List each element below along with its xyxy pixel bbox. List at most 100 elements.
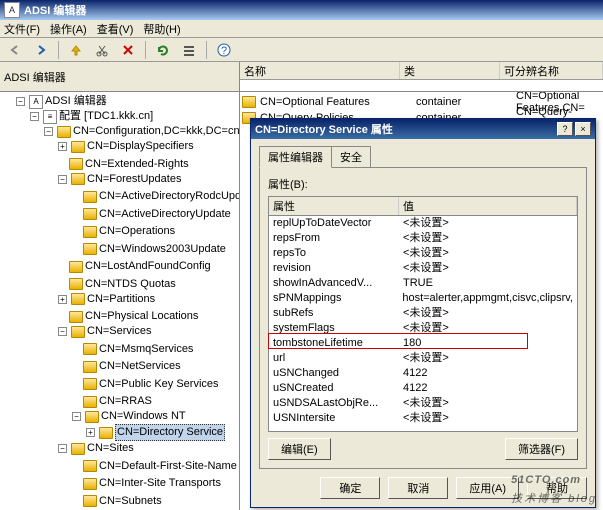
attr-name: replUpToDateVector bbox=[273, 216, 403, 231]
tree-expander[interactable]: + bbox=[58, 295, 67, 304]
tree-partitions[interactable]: CN=Partitions bbox=[87, 292, 155, 307]
menu-view[interactable]: 查看(V) bbox=[97, 21, 134, 37]
tree-inter-site-transports[interactable]: CN=Inter-Site Transports bbox=[99, 476, 221, 491]
tree-expander[interactable]: − bbox=[58, 327, 67, 336]
attribute-row[interactable]: systemFlags<未设置> bbox=[269, 321, 577, 336]
tab-attribute-editor[interactable]: 属性编辑器 bbox=[259, 146, 332, 168]
tree-configuration[interactable]: CN=Configuration,DC=kkk,DC=cn bbox=[73, 124, 240, 139]
ok-button[interactable]: 确定 bbox=[320, 477, 380, 499]
attr-header-value[interactable]: 值 bbox=[399, 197, 577, 215]
toolbar-forward-button[interactable] bbox=[30, 40, 52, 60]
dialog-help-icon[interactable]: ? bbox=[557, 122, 573, 136]
tree-netservices[interactable]: CN=NetServices bbox=[99, 359, 181, 374]
menu-bar: 文件(F) 操作(A) 查看(V) 帮助(H) bbox=[0, 20, 603, 38]
filter-button[interactable]: 筛选器(F) bbox=[505, 438, 578, 460]
tree-windows2003update[interactable]: CN=Windows2003Update bbox=[99, 242, 226, 257]
dialog-titlebar[interactable]: CN=Directory Service 属性 ? × bbox=[251, 119, 595, 139]
cancel-button[interactable]: 取消 bbox=[388, 477, 448, 499]
tree-ad-update[interactable]: CN=ActiveDirectoryUpdate bbox=[99, 207, 231, 222]
tree-physical-locations[interactable]: CN=Physical Locations bbox=[85, 309, 198, 324]
folder-icon bbox=[69, 158, 83, 170]
attribute-row[interactable]: replUpToDateVector<未设置> bbox=[269, 216, 577, 231]
naming-context-icon: ≡ bbox=[43, 110, 57, 124]
toolbar-cut-icon[interactable] bbox=[91, 40, 113, 60]
dialog-close-icon[interactable]: × bbox=[575, 122, 591, 136]
tree-windows-nt[interactable]: CN=Windows NT bbox=[101, 409, 186, 424]
tree-forestupdates[interactable]: CN=ForestUpdates bbox=[87, 172, 181, 187]
toolbar-delete-icon[interactable] bbox=[117, 40, 139, 60]
tree-expander[interactable]: + bbox=[86, 428, 95, 437]
attr-value: <未设置> bbox=[403, 396, 573, 411]
attr-name: uSNChanged bbox=[273, 366, 403, 381]
tree-directory-service[interactable]: CN=Directory Service bbox=[115, 424, 225, 441]
attr-value: <未设置> bbox=[403, 231, 573, 246]
folder-icon bbox=[71, 173, 85, 185]
menu-file[interactable]: 文件(F) bbox=[4, 21, 40, 37]
apply-button[interactable]: 应用(A) bbox=[456, 477, 519, 499]
attribute-row[interactable]: subRefs<未设置> bbox=[269, 306, 577, 321]
attr-value: <未设置> bbox=[403, 261, 573, 276]
folder-icon bbox=[57, 126, 71, 138]
attribute-row[interactable]: uSNChanged4122 bbox=[269, 366, 577, 381]
attribute-row[interactable]: showInAdvancedV...TRUE bbox=[269, 276, 577, 291]
tree-expander[interactable]: − bbox=[72, 412, 81, 421]
attr-name: subRefs bbox=[273, 306, 403, 321]
attribute-row[interactable]: uSNCreated4122 bbox=[269, 381, 577, 396]
folder-icon bbox=[69, 261, 83, 273]
tree-expander[interactable]: − bbox=[44, 127, 53, 136]
attr-name: url bbox=[273, 351, 403, 366]
attribute-row[interactable]: USNIntersite<未设置> bbox=[269, 411, 577, 426]
attribute-row[interactable]: sPNMappingshost=alerter,appmgmt,cisvc,cl… bbox=[269, 291, 577, 306]
toolbar-separator bbox=[58, 41, 59, 59]
tree-pubkey[interactable]: CN=Public Key Services bbox=[99, 377, 219, 392]
adsi-root-icon: A bbox=[29, 95, 43, 109]
list-header-name[interactable]: 名称 bbox=[240, 62, 400, 79]
attribute-row[interactable]: repsFrom<未设置> bbox=[269, 231, 577, 246]
tree-expander[interactable]: + bbox=[58, 142, 67, 151]
folder-icon bbox=[83, 396, 97, 408]
tree-rras[interactable]: CN=RRAS bbox=[99, 394, 152, 409]
tab-security[interactable]: 安全 bbox=[331, 146, 371, 168]
edit-button[interactable]: 编辑(E) bbox=[268, 438, 331, 460]
menu-help[interactable]: 帮助(H) bbox=[143, 21, 180, 37]
attr-header-name[interactable]: 属性 bbox=[269, 197, 399, 215]
help-button[interactable]: 帮助 bbox=[527, 477, 587, 499]
tree-root[interactable]: ADSI 编辑器 bbox=[45, 94, 107, 109]
tree-expander[interactable]: − bbox=[16, 97, 25, 106]
tree-config[interactable]: 配置 [TDC1.kkk.cn] bbox=[59, 109, 153, 124]
tree-extended-rights[interactable]: CN=Extended-Rights bbox=[85, 157, 189, 172]
toolbar-refresh-icon[interactable] bbox=[152, 40, 174, 60]
folder-icon bbox=[83, 378, 97, 390]
menu-action[interactable]: 操作(A) bbox=[50, 21, 87, 37]
toolbar-up-button[interactable] bbox=[65, 40, 87, 60]
attribute-row[interactable]: uSNDSALastObjRe...<未设置> bbox=[269, 396, 577, 411]
folder-icon bbox=[69, 278, 83, 290]
toolbar-help-icon[interactable]: ? bbox=[213, 40, 235, 60]
tree-expander[interactable]: − bbox=[58, 444, 67, 453]
tree-default-first-site[interactable]: CN=Default-First-Site-Name bbox=[99, 459, 237, 474]
attribute-row[interactable]: repsTo<未设置> bbox=[269, 246, 577, 261]
tree-displayspecifiers[interactable]: CN=DisplaySpecifiers bbox=[87, 139, 194, 154]
attribute-row[interactable]: url<未设置> bbox=[269, 351, 577, 366]
tree-ad-rodc-update[interactable]: CN=ActiveDirectoryRodcUpdate bbox=[99, 189, 240, 204]
tree-expander[interactable]: − bbox=[30, 112, 39, 121]
toolbar-back-button[interactable] bbox=[4, 40, 26, 60]
tree-services[interactable]: CN=Services bbox=[87, 324, 152, 339]
tree-sites[interactable]: CN=Sites bbox=[87, 441, 134, 456]
list-item-class: container bbox=[416, 96, 516, 108]
tree-lostandfound[interactable]: CN=LostAndFoundConfig bbox=[85, 259, 211, 274]
toolbar-list-icon[interactable] bbox=[178, 40, 200, 60]
folder-icon bbox=[83, 343, 97, 355]
list-header-dn[interactable]: 可分辨名称 bbox=[500, 62, 603, 79]
tree-msmq[interactable]: CN=MsmqServices bbox=[99, 342, 193, 357]
tree-ntds-quotas[interactable]: CN=NTDS Quotas bbox=[85, 277, 176, 292]
attribute-row[interactable]: revision<未设置> bbox=[269, 261, 577, 276]
tree-expander[interactable]: − bbox=[58, 175, 67, 184]
attribute-row[interactable]: tombstoneLifetime180 bbox=[269, 336, 577, 351]
attr-value: <未设置> bbox=[403, 321, 573, 336]
list-header-class[interactable]: 类 bbox=[400, 62, 500, 79]
tree-subnets[interactable]: CN=Subnets bbox=[99, 494, 162, 509]
attribute-list[interactable]: replUpToDateVector<未设置>repsFrom<未设置>reps… bbox=[268, 215, 578, 432]
tree-pane[interactable]: −A ADSI 编辑器 −≡ 配置 [TDC1.kkk.cn] − CN=Con… bbox=[0, 92, 240, 510]
tree-operations[interactable]: CN=Operations bbox=[99, 224, 175, 239]
